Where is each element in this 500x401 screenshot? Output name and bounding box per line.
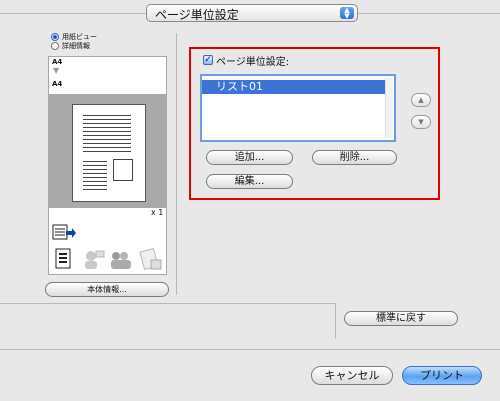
radio-detail-info[interactable] — [51, 42, 59, 50]
mid-separator — [0, 349, 500, 350]
account-track-icon — [108, 248, 132, 269]
paper-from-label: A4 — [52, 58, 63, 66]
add-button[interactable]: 追加... — [206, 150, 293, 165]
copies-label: x 1 — [151, 208, 164, 217]
delete-button[interactable]: 削除... — [312, 150, 397, 165]
defaults-divider — [335, 303, 336, 339]
top-separator-right — [358, 13, 500, 14]
move-down-button[interactable]: ▼ — [411, 115, 431, 129]
list-item[interactable]: リスト01 — [202, 80, 388, 94]
restore-defaults-button[interactable]: 標準に戻す — [344, 311, 458, 326]
secure-print-icon — [138, 247, 162, 271]
paper-to-label: A4 — [52, 80, 63, 88]
page-settings-list[interactable]: リスト01 — [200, 74, 396, 142]
page-settings-label: ページ単位設定: — [216, 57, 290, 68]
cancel-button[interactable]: キャンセル — [311, 366, 393, 385]
top-separator — [0, 13, 146, 14]
page-settings-checkbox[interactable]: ✓ — [203, 55, 213, 65]
printer-info-button[interactable]: 本体情報... — [45, 282, 169, 297]
panel-select[interactable]: ページ単位設定 ▲ ▼ — [146, 4, 358, 22]
print-button[interactable]: プリント — [402, 366, 482, 385]
arrow-down-icon: ▼ — [53, 66, 60, 75]
radio-paper-view[interactable] — [51, 33, 59, 41]
defaults-separator — [0, 303, 335, 304]
document-icon — [54, 248, 78, 269]
paper-preview — [72, 104, 146, 202]
output-tray-icon — [52, 223, 76, 243]
radio-detail-info-label: 詳細情報 — [62, 42, 90, 50]
edit-button[interactable]: 編集... — [206, 174, 293, 189]
move-up-button[interactable]: ▲ — [411, 93, 431, 107]
panel-select-label: ページ単位設定 — [155, 8, 239, 22]
left-panel-divider — [176, 33, 177, 295]
user-auth-icon — [82, 248, 106, 269]
updown-arrows-icon: ▲ ▼ — [340, 7, 354, 20]
list-scrollbar[interactable] — [385, 78, 392, 138]
